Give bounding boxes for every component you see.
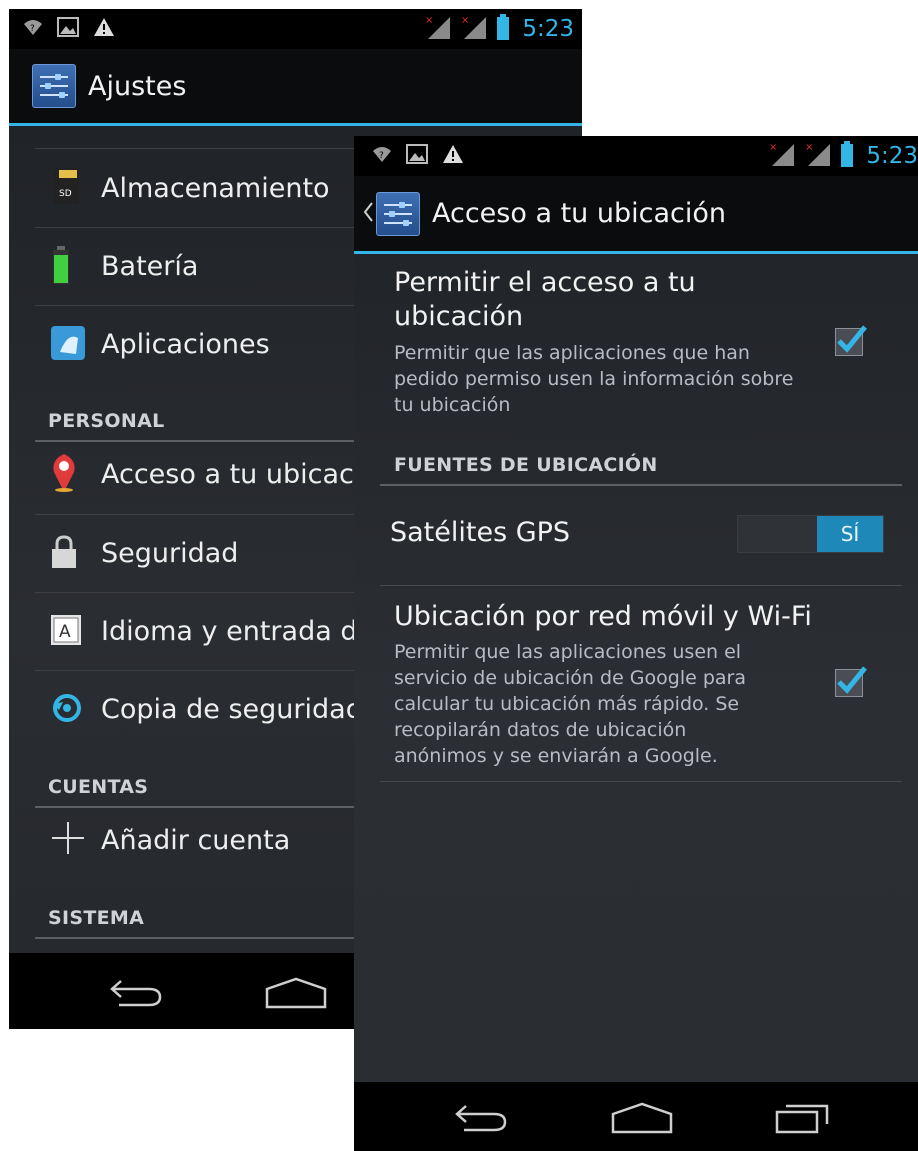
action-bar: Ajustes: [9, 49, 582, 126]
recent-apps-icon[interactable]: [774, 1100, 832, 1138]
allow-access-summary: Permitir que las aplicaciones que han pe…: [394, 342, 794, 416]
settings-app-icon[interactable]: [376, 191, 420, 236]
signal-icon: ×: [768, 141, 798, 171]
navigation-bar: [354, 1082, 918, 1151]
signal-icon: ×: [460, 14, 490, 44]
action-bar: Acceso a tu ubicación: [354, 176, 918, 254]
checkmark-icon: [837, 325, 867, 353]
divider: [380, 585, 902, 586]
home-nav-icon[interactable]: [265, 977, 327, 1013]
plus-icon: [51, 821, 85, 859]
location-pin-icon: [51, 452, 77, 496]
gps-toggle[interactable]: SÍ: [737, 515, 884, 553]
battery-icon: [496, 14, 510, 44]
svg-text:SD: SD: [59, 189, 72, 199]
allow-access-checkbox[interactable]: [835, 325, 867, 356]
settings-app-icon[interactable]: [32, 64, 76, 108]
status-bar: ? × × 5:23: [9, 9, 582, 49]
section-header-location-sources: FUENTES DE UBICACIÓN: [380, 436, 902, 486]
battery-icon: [840, 141, 854, 171]
warning-icon: [93, 17, 115, 41]
lock-icon: [51, 534, 77, 573]
svg-text:A: A: [59, 622, 71, 642]
page-title: Acceso a tu ubicación: [432, 198, 726, 229]
network-location-title: Ubicación por red móvil y Wi-Fi: [394, 601, 812, 632]
network-location-checkbox[interactable]: [835, 666, 867, 697]
network-location-summary: Permitir que las aplicaciones usen el se…: [394, 641, 746, 767]
gps-label: Satélites GPS: [390, 517, 571, 548]
status-bar: ? × × 5:23: [354, 136, 918, 176]
status-clock: 5:23: [866, 143, 918, 169]
image-icon: [57, 17, 79, 41]
backup-icon: [51, 692, 83, 728]
checkmark-icon: [837, 666, 867, 694]
svg-text:×: ×: [805, 142, 813, 153]
svg-text:?: ?: [379, 151, 384, 161]
battery-icon: [51, 245, 71, 288]
home-nav-icon[interactable]: [611, 1102, 673, 1138]
svg-text:?: ?: [30, 24, 35, 34]
android-apps-icon: [51, 325, 85, 364]
location-access-screen: ? × × 5:23 Acceso a tu ubicación Permiti…: [354, 136, 918, 1151]
svg-text:×: ×: [461, 15, 469, 26]
allow-access-title: Permitir el acceso a tu ubicación: [394, 267, 696, 332]
signal-icon: ×: [424, 14, 454, 44]
keyboard-a-icon: A: [51, 614, 81, 649]
chevron-left-icon[interactable]: [362, 201, 374, 227]
image-icon: [406, 144, 428, 168]
sd-card-icon: SD: [51, 168, 81, 208]
signal-icon: ×: [804, 141, 834, 171]
wifi-icon: ?: [372, 145, 392, 167]
back-nav-icon[interactable]: [109, 977, 163, 1013]
back-nav-icon[interactable]: [454, 1102, 508, 1138]
page-title: Ajustes: [88, 70, 187, 102]
svg-text:×: ×: [425, 15, 433, 26]
svg-text:×: ×: [769, 142, 777, 153]
gps-toggle-on: SÍ: [817, 516, 883, 552]
warning-icon: [442, 144, 464, 168]
status-clock: 5:23: [522, 16, 574, 42]
divider: [380, 781, 902, 782]
wifi-icon: ?: [23, 18, 43, 40]
